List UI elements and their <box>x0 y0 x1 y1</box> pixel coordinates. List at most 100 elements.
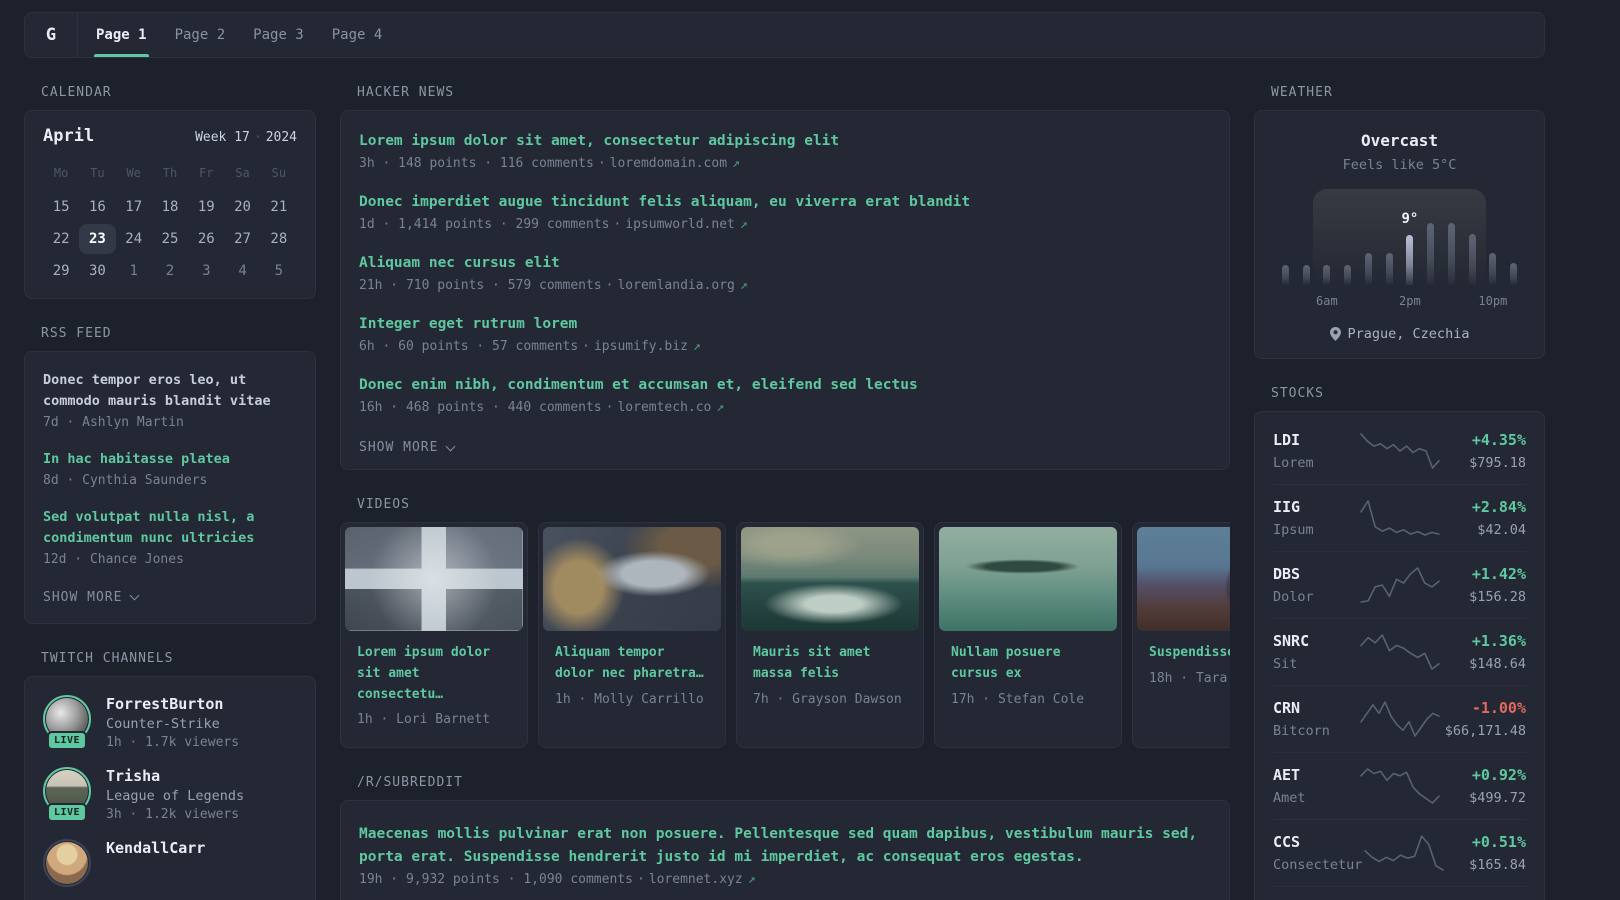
twitch-channel-name[interactable]: Trisha <box>106 767 244 785</box>
avatar <box>43 838 91 887</box>
hn-item-title[interactable]: Donec imperdiet augue tincidunt felis al… <box>359 192 1211 213</box>
left-column: CALENDAR April Week 17 · 2024 Mo Tu We Th … <box>24 85 316 900</box>
calendar-day: 15 <box>52 199 70 215</box>
video-title: Aliquam tempor dolor nec pharetra… <box>555 645 704 681</box>
video-card[interactable]: Nullam posuere cursus ex 17h · Stefan Co… <box>934 522 1122 749</box>
stock-sparkline <box>1359 634 1440 670</box>
stock-name: Amet <box>1273 790 1306 806</box>
rss-show-more-button[interactable]: SHOW MORE <box>43 590 140 605</box>
rss-item-meta: 7d · Ashlyn Martin <box>43 414 184 430</box>
stock-change: +0.92% <box>1471 766 1526 784</box>
stock-row[interactable]: CCS Consectetur +0.51% $165.84 <box>1273 819 1526 886</box>
video-card[interactable]: Suspendisse diam 18h · Tara <box>1132 522 1230 749</box>
calendar-grid: Mo Tu We Th Fr Sa Su 15 16 17 18 19 20 2… <box>43 160 297 286</box>
weather-bar <box>1364 253 1372 285</box>
twitch-channel-row[interactable]: KendallCarr <box>43 838 297 887</box>
stock-symbol: DBS <box>1273 565 1301 583</box>
twitch-channel-category: Counter-Strike <box>106 715 220 732</box>
weather-feels-like: Feels like 5°C <box>1342 157 1457 173</box>
stock-name: Dolor <box>1273 589 1314 605</box>
tab-page-3[interactable]: Page 3 <box>251 13 306 57</box>
rss-item-title[interactable]: Donec tempor eros leo, ut commodo mauris… <box>43 370 297 412</box>
video-thumbnail-canoe-mist <box>939 527 1117 632</box>
stock-row[interactable]: CRN Bitcorn -1.00% $66,171.48 <box>1273 685 1526 752</box>
app-logo[interactable]: G <box>25 13 78 57</box>
rss-item: Sed volutpat nulla nisl, a condimentum n… <box>43 507 297 567</box>
weather-chart: 9° <box>1275 189 1524 285</box>
weekday-label: Mo <box>53 166 69 180</box>
dot-separator: · <box>597 156 606 172</box>
weather-bars: 9° <box>1275 199 1524 285</box>
weather-bar <box>1406 235 1414 285</box>
live-badge: LIVE <box>46 730 88 750</box>
hn-item-title[interactable]: Aliquam nec cursus elit <box>359 253 1211 274</box>
hn-item-title[interactable]: Donec enim nibh, condimentum et accumsan… <box>359 375 1211 396</box>
tab-page-2[interactable]: Page 2 <box>173 13 228 57</box>
weather-condition: Overcast <box>1360 131 1439 150</box>
weather-bar <box>1323 265 1331 285</box>
video-meta: 1h · Molly Carrillo <box>555 691 704 707</box>
twitch-channel-name[interactable]: ForrestBurton <box>106 695 239 713</box>
calendar-day: 26 <box>197 231 215 247</box>
weather-bar <box>1344 265 1352 285</box>
video-card[interactable]: Lorem ipsum dolor sit amet consectetu… 1… <box>340 522 528 749</box>
subreddit-domain-link[interactable]: loremnet.xyz ↗ <box>649 872 756 887</box>
external-link-icon: ↗ <box>692 339 701 355</box>
twitch-channel-name[interactable]: KendallCarr <box>106 839 205 857</box>
stock-symbol: SNRC <box>1273 632 1310 650</box>
tab-page-1[interactable]: Page 1 <box>94 13 149 57</box>
weather-bar <box>1447 223 1455 285</box>
live-badge: LIVE <box>46 802 88 822</box>
hn-item-domain-link[interactable]: loremlandia.org ↗ <box>617 278 747 293</box>
weekday-label: Su <box>271 166 287 180</box>
weekday-label: Th <box>162 166 178 180</box>
stock-change: +0.51% <box>1471 833 1526 851</box>
stock-price: $156.28 <box>1469 589 1526 605</box>
stock-row[interactable]: DBS Dolor +1.42% $156.28 <box>1273 551 1526 618</box>
rss-item-title[interactable]: In hac habitasse platea <box>43 449 297 470</box>
stock-row[interactable]: AET Amet +0.92% $499.72 <box>1273 752 1526 819</box>
video-meta: 1h · Lori Barnett <box>357 712 491 728</box>
videos-widget-header: VIDEOS <box>357 497 410 513</box>
stock-price: $148.64 <box>1469 656 1526 672</box>
rss-widget: RSS FEED Donec tempor eros leo, ut commo… <box>24 326 316 624</box>
calendar-day: 19 <box>197 199 215 215</box>
stock-price: $165.84 <box>1469 857 1526 873</box>
video-title: Lorem ipsum dolor sit amet consectetu… <box>357 645 491 702</box>
hn-item-title[interactable]: Integer eget rutrum lorem <box>359 314 1211 335</box>
hacker-news-widget-header: HACKER NEWS <box>357 85 455 100</box>
twitch-channel-row[interactable]: LIVE ForrestBurton Counter-Strike 1h · 1… <box>43 694 297 750</box>
stock-row[interactable]: IIG Ipsum +2.84% $42.04 <box>1273 484 1526 551</box>
hn-item-domain-link[interactable]: loremtech.co ↗ <box>617 400 724 415</box>
tab-page-4[interactable]: Page 4 <box>330 13 385 57</box>
hn-item-domain-link[interactable]: ipsumworld.net ↗ <box>625 217 747 232</box>
hn-show-more-button[interactable]: SHOW MORE <box>359 440 456 455</box>
stock-row[interactable]: SNRC Sit +1.36% $148.64 <box>1273 618 1526 685</box>
stock-symbol: LDI <box>1273 431 1301 449</box>
avatar: LIVE <box>43 766 91 822</box>
subreddit-post-title[interactable]: Maecenas mollis pulvinar erat non posuer… <box>359 823 1211 868</box>
hn-meta-text: 6h · 60 points · 57 comments <box>359 339 579 355</box>
stock-row[interactable]: AHS +0.46% <box>1273 886 1526 900</box>
weather-time-label: 10pm <box>1478 294 1508 308</box>
weather-widget-header: WEATHER <box>1271 85 1333 100</box>
hn-meta-text: 21h · 710 points · 579 comments <box>359 278 602 294</box>
rss-item-title[interactable]: Sed volutpat nulla nisl, a condimentum n… <box>43 507 297 549</box>
hn-item-title[interactable]: Lorem ipsum dolor sit amet, consectetur … <box>359 131 1211 152</box>
stock-row[interactable]: LDI Lorem +4.35% $795.18 <box>1273 418 1526 484</box>
weather-time-label: 6am <box>1316 294 1338 308</box>
calendar-day: 18 <box>161 199 179 215</box>
calendar-week-label: Week 17 <box>195 130 250 145</box>
hn-item: Donec imperdiet augue tincidunt felis al… <box>359 192 1211 232</box>
video-card[interactable]: Aliquam tempor dolor nec pharetra… 1h · … <box>538 522 726 749</box>
weekday-label: Sa <box>235 166 250 180</box>
twitch-channel-row[interactable]: LIVE Trisha League of Legends 3h · 1.2k … <box>43 766 297 822</box>
weather-time-axis: 6am 2pm 10pm <box>1275 294 1524 310</box>
hn-item-domain-link[interactable]: loremdomain.com ↗ <box>610 156 740 171</box>
navbar: G Page 1 Page 2 Page 3 Page 4 <box>24 12 1545 58</box>
hn-item-domain-link[interactable]: ipsumify.biz ↗ <box>594 339 701 354</box>
weather-bar <box>1510 263 1518 285</box>
video-title: Suspendisse diam <box>1149 645 1230 661</box>
calendar-day: 29 <box>52 263 70 279</box>
video-card[interactable]: Mauris sit amet massa felis 7h · Grayson… <box>736 522 924 749</box>
